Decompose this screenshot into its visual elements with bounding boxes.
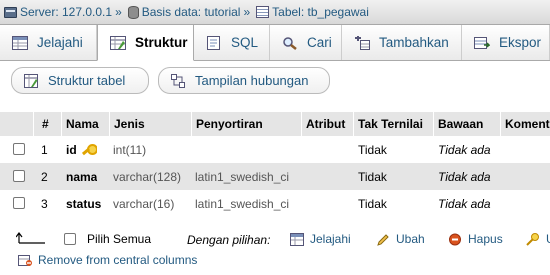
pencil-icon <box>376 233 390 246</box>
field-type: int(11) <box>113 142 147 157</box>
header-collation[interactable]: Penyortiran <box>191 112 301 136</box>
row-checkbox[interactable] <box>13 197 25 209</box>
tab-browse[interactable]: Jelajahi <box>0 25 97 60</box>
subtab-label: Tampilan hubungan <box>195 73 309 88</box>
header-type[interactable]: Jenis <box>109 112 191 136</box>
bulk-delete-label: Hapus <box>468 232 503 246</box>
table-row: 3 status varchar(16) latin1_swedish_ci T… <box>0 190 550 217</box>
tab-label: Tambahkan <box>379 35 449 50</box>
row-checkbox[interactable] <box>13 143 25 155</box>
table-row: 2 nama varchar(128) latin1_swedish_ci Ti… <box>0 163 550 190</box>
bulk-primary-label: U <box>546 232 550 246</box>
breadcrumb-server[interactable]: Server: 127.0.0.1 <box>20 5 112 19</box>
subtab-relation-view[interactable]: Tampilan hubungan <box>158 67 330 94</box>
insert-icon <box>354 35 370 50</box>
row-number: 1 <box>41 142 48 157</box>
field-name: status <box>66 196 102 211</box>
export-icon <box>474 36 491 50</box>
breadcrumb-table[interactable]: Tabel: tb_pegawai <box>272 5 369 19</box>
tab-label: Jelajahi <box>37 35 83 50</box>
bulk-browse-label: Jelajahi <box>310 232 351 246</box>
sql-icon <box>206 35 222 50</box>
delete-icon <box>448 233 462 246</box>
breadcrumb-separator: » <box>115 5 122 19</box>
tab-sql[interactable]: SQL <box>194 25 270 60</box>
header-name[interactable]: Nama <box>61 112 109 136</box>
remove-central-columns-label: Remove from central columns <box>38 253 198 267</box>
with-selected-label: Dengan pilihan: <box>187 233 271 247</box>
field-null: Tidak <box>358 169 387 184</box>
header-comments[interactable]: Komentar <box>500 112 550 136</box>
header-checkbox-col <box>0 112 33 136</box>
row-number: 3 <box>41 196 48 211</box>
bulk-change-button[interactable]: Ubah <box>376 232 425 246</box>
table-row: 1 id int(11) Tidak Tidak ada <box>0 136 550 163</box>
subtab-table-structure[interactable]: Struktur tabel <box>11 67 149 94</box>
bulk-delete-button[interactable]: Hapus <box>448 232 503 246</box>
check-all-label[interactable]: Pilih Semua <box>87 232 151 246</box>
field-collation: latin1_swedish_ci <box>195 169 290 184</box>
search-icon <box>282 36 298 50</box>
table-icon <box>256 6 270 18</box>
tab-label: Cari <box>307 35 332 50</box>
table-header-row: # Nama Jenis Penyortiran Atribut Tak Ter… <box>0 112 550 137</box>
header-number[interactable]: # <box>33 112 61 136</box>
remove-central-columns-button[interactable]: Remove from central columns <box>18 253 197 267</box>
breadcrumb-database[interactable]: Basis data: tutorial <box>142 5 241 19</box>
field-name: id <box>66 136 97 163</box>
tab-label: SQL <box>231 35 259 50</box>
subtab-label: Struktur tabel <box>48 73 126 88</box>
field-name: nama <box>66 169 98 184</box>
field-default: Tidak ada <box>438 142 491 157</box>
field-collation: latin1_swedish_ci <box>195 196 290 211</box>
primary-key-icon <box>526 232 540 246</box>
database-icon <box>127 5 139 19</box>
arrow-up-icon <box>15 232 46 247</box>
field-name-text: id <box>66 142 77 157</box>
header-attributes[interactable]: Atribut <box>301 112 353 136</box>
bulk-browse-button[interactable]: Jelajahi <box>290 232 351 246</box>
remove-icon <box>18 254 32 267</box>
field-default: Tidak ada <box>438 169 491 184</box>
browse-icon <box>12 35 28 50</box>
relation-view-icon <box>171 73 185 88</box>
check-all-checkbox[interactable] <box>64 233 76 245</box>
primary-key-icon <box>81 143 97 156</box>
tab-label: Struktur <box>135 35 188 50</box>
tab-label: Ekspor <box>499 35 542 50</box>
bulk-change-label: Ubah <box>396 232 425 246</box>
table-structure-icon <box>24 73 38 88</box>
field-type: varchar(16) <box>113 196 175 211</box>
main-tabs: Jelajahi Struktur SQL Cari Tambahkan Eks… <box>0 25 550 61</box>
server-icon <box>4 6 17 18</box>
tab-insert[interactable]: Tambahkan <box>342 25 462 60</box>
breadcrumb: Server: 127.0.0.1 » Basis data: tutorial… <box>0 0 550 25</box>
row-number: 2 <box>41 169 48 184</box>
breadcrumb-separator: » <box>243 5 251 19</box>
header-null[interactable]: Tak Ternilai <box>353 112 433 136</box>
field-null: Tidak <box>358 196 387 211</box>
field-null: Tidak <box>358 142 387 157</box>
tab-search[interactable]: Cari <box>270 25 342 60</box>
structure-icon <box>110 35 126 50</box>
bulk-actions-bar: Pilih Semua Dengan pilihan: Jelajahi Uba… <box>0 226 550 275</box>
field-type: varchar(128) <box>113 169 182 184</box>
row-checkbox[interactable] <box>13 170 25 182</box>
bulk-primary-button[interactable]: U <box>526 232 550 246</box>
tab-export[interactable]: Ekspor <box>462 25 550 60</box>
field-default: Tidak ada <box>438 196 491 211</box>
tab-structure[interactable]: Struktur <box>97 25 194 61</box>
header-default[interactable]: Bawaan <box>433 112 500 136</box>
browse-icon <box>290 232 304 246</box>
